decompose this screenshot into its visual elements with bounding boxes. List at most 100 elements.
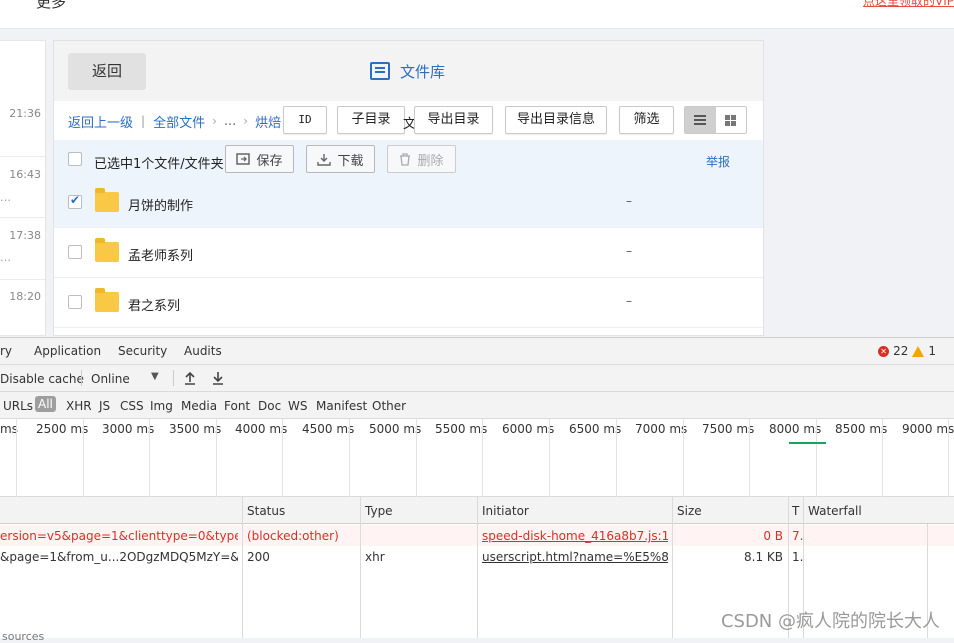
filter-button[interactable]: 筛选 (619, 106, 674, 134)
file-name[interactable]: 君之系列 (128, 295, 180, 314)
more-link[interactable]: 更多 (36, 0, 66, 12)
selection-text: 已选中1个文件/文件夹 (94, 157, 224, 172)
chat-time: 21:36 (9, 107, 41, 120)
col-status[interactable]: Status (247, 504, 285, 518)
tick-label: 5500 ms (435, 422, 488, 436)
filter-img[interactable]: Img (150, 399, 173, 413)
trash-icon (400, 152, 411, 166)
list-icon (694, 115, 707, 125)
tab-application[interactable]: Application (34, 344, 101, 358)
file-row[interactable]: 月饼的制作 – (54, 178, 763, 228)
tab-audits[interactable]: Audits (184, 344, 222, 358)
filter-doc[interactable]: Doc (258, 399, 281, 413)
download-button[interactable]: 下载 (306, 145, 375, 173)
save-label: 保存 (256, 153, 283, 169)
row-checkbox[interactable] (68, 295, 82, 309)
file-name[interactable]: 孟老师系列 (128, 245, 193, 264)
filter-ws[interactable]: WS (288, 399, 307, 413)
tick-label: 9000 ms (902, 422, 954, 436)
file-library-panel: 返回 文件库 返回上一级 | 全部文件 › ... › 烘焙 ID 子目录 文 … (53, 40, 764, 336)
folder-icon (95, 288, 119, 312)
chat-list: 21:36 16:43 … 17:38 … 18:20 (0, 40, 46, 336)
tick-label: 8000 ms (769, 422, 822, 436)
warning-icon (912, 345, 925, 357)
request-status: 200 (247, 550, 270, 564)
grid-icon (725, 114, 737, 126)
export-dir-info-button[interactable]: 导出目录信息 (505, 106, 607, 134)
issue-counter[interactable]: ✕ 22 1 (878, 344, 936, 358)
hide-data-urls[interactable]: URLs (3, 399, 33, 413)
col-size[interactable]: Size (677, 504, 702, 518)
tick-label: 3000 ms (102, 422, 155, 436)
delete-button[interactable]: 删除 (387, 145, 456, 173)
vip-link[interactable]: 点这里领取的VIP (863, 0, 954, 9)
view-toggle (684, 106, 747, 134)
select-all-checkbox[interactable] (68, 152, 82, 166)
col-time[interactable]: T (792, 504, 799, 518)
filter-js[interactable]: JS (99, 399, 110, 413)
chat-snippet: … (0, 191, 11, 204)
tick-label: 3500 ms (169, 422, 222, 436)
row-checkbox[interactable] (68, 245, 82, 259)
breadcrumb-ellipsis[interactable]: ... (224, 114, 236, 129)
request-initiator[interactable]: userscript.html?name=%E5%80%... (482, 550, 668, 564)
breadcrumb-up[interactable]: 返回上一级 (68, 112, 133, 131)
file-row[interactable]: 孟老师系列 – (54, 228, 763, 278)
tick-label: 7000 ms (635, 422, 688, 436)
col-type[interactable]: Type (365, 504, 393, 518)
filter-font[interactable]: Font (224, 399, 250, 413)
tab-security[interactable]: Security (118, 344, 167, 358)
download-icon[interactable] (212, 371, 224, 385)
report-link[interactable]: 举报 (706, 153, 730, 170)
request-name[interactable]: ersion=v5&page=1&clienttype=0&type=... (0, 529, 238, 543)
save-button[interactable]: 保存 (225, 145, 294, 173)
list-view-button[interactable] (685, 107, 716, 133)
export-dir-button[interactable]: 导出目录 (414, 106, 493, 134)
network-filters: URLs All XHR JS CSS Img Media Font Doc W… (0, 392, 954, 419)
save-icon (236, 153, 251, 165)
tick-label: 4500 ms (302, 422, 355, 436)
filter-css[interactable]: CSS (120, 399, 144, 413)
filter-other[interactable]: Other (372, 399, 406, 413)
disable-cache-label[interactable]: Disable cache (0, 372, 84, 386)
tick-label: 6000 ms (502, 422, 555, 436)
top-bar: 更多 点这里领取的VIP (0, 0, 954, 29)
filter-xhr[interactable]: XHR (66, 399, 92, 413)
breadcrumb-all-files[interactable]: 全部文件 (153, 112, 205, 131)
chevron-right-icon: › (243, 114, 249, 128)
error-count: 22 (893, 344, 909, 358)
col-waterfall[interactable]: Waterfall (808, 504, 862, 518)
request-status: (blocked:other) (247, 529, 339, 543)
grid-view-button[interactable] (715, 107, 746, 133)
request-size: 8.1 KB (744, 550, 783, 564)
panel-title-text: 文件库 (400, 62, 446, 81)
breadcrumb-current[interactable]: 烘焙 (255, 112, 281, 131)
tab-memory[interactable]: ry (0, 344, 12, 358)
warning-count: 1 (928, 344, 936, 358)
network-timeline[interactable]: ms 2500 ms 3000 ms 3500 ms 4000 ms 4500 … (0, 419, 954, 497)
filter-all[interactable]: All (35, 396, 56, 412)
row-checkbox[interactable] (68, 193, 82, 209)
request-size: 0 B (763, 529, 783, 543)
upload-icon[interactable] (184, 371, 196, 385)
filter-media[interactable]: Media (181, 399, 217, 413)
file-size: – (626, 294, 632, 308)
subdir-button[interactable]: 子目录 (337, 106, 405, 134)
network-toolbar: Disable cache Online ▼ (0, 365, 954, 392)
throttle-select[interactable]: Online (91, 372, 130, 386)
request-name[interactable]: &page=1&from_u...2ODgzMDQ5MzY=&cli... (0, 550, 238, 564)
filter-manifest[interactable]: Manifest (316, 399, 367, 413)
delete-label: 删除 (417, 153, 444, 169)
folder-icon (95, 188, 119, 212)
file-row[interactable]: 君之系列 – (54, 278, 763, 328)
caret-down-icon[interactable]: ▼ (151, 371, 159, 382)
request-initiator[interactable]: speed-disk-home_416a8b7.js:1 (482, 529, 668, 543)
error-icon: ✕ (878, 345, 890, 357)
back-button[interactable]: 返回 (68, 53, 146, 90)
download-label: 下载 (337, 153, 364, 169)
id-button[interactable]: ID (283, 106, 327, 134)
devtools-panel: ry Application Security Audits ✕ 22 1 Di… (0, 337, 954, 638)
chat-time: 17:38 (9, 229, 41, 242)
col-initiator[interactable]: Initiator (482, 504, 529, 518)
file-name[interactable]: 月饼的制作 (128, 195, 193, 214)
